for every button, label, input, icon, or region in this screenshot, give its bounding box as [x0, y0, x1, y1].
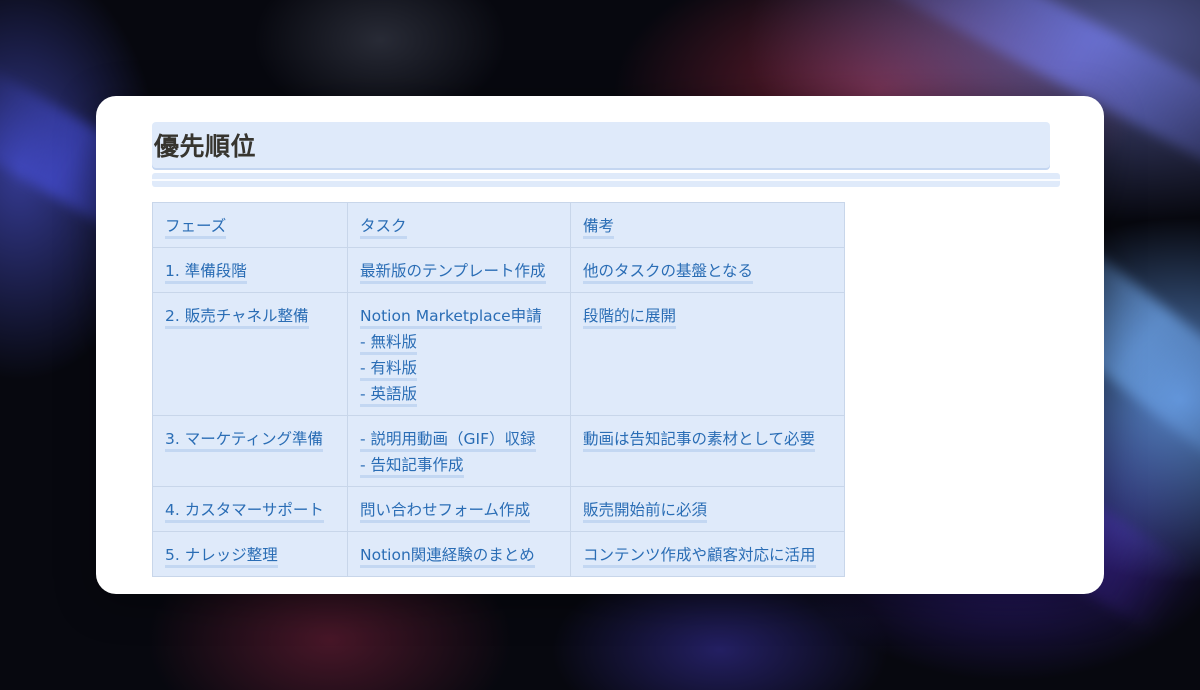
- cell-text: - 有料版: [360, 355, 417, 381]
- cell-text: Notion関連経験のまとめ: [360, 542, 535, 568]
- cell-text: 2. 販売チャネル整備: [165, 303, 309, 329]
- table-cell-note[interactable]: コンテンツ作成や顧客対応に活用: [570, 531, 845, 577]
- table-cell-note[interactable]: 段階的に展開: [570, 292, 845, 416]
- table-cell-task[interactable]: Notion Marketplace申請 - 無料版 - 有料版 - 英語版: [347, 292, 571, 416]
- cell-text: - 説明用動画（GIF）収録: [360, 426, 536, 452]
- table-row: 4. カスタマーサポート 問い合わせフォーム作成 販売開始前に必須: [152, 486, 845, 532]
- cell-text: 4. カスタマーサポート: [165, 497, 324, 523]
- table-row: 2. 販売チャネル整備 Notion Marketplace申請 - 無料版 - 有料…: [152, 292, 845, 416]
- cell-text: - 告知記事作成: [360, 452, 464, 478]
- priority-table: フェーズ タスク 備考 1. 準備段階 最新版のテンプレート作成 他のタスクの基盤と…: [152, 202, 845, 577]
- table-row: 1. 準備段階 最新版のテンプレート作成 他のタスクの基盤となる: [152, 247, 845, 293]
- table-cell-phase[interactable]: 1. 準備段階: [152, 247, 348, 293]
- heading-block[interactable]: 優先順位: [152, 122, 1050, 168]
- cell-text: 問い合わせフォーム作成: [360, 497, 530, 523]
- cell-text: コンテンツ作成や顧客対応に活用: [583, 542, 816, 568]
- table-cell-note[interactable]: 他のタスクの基盤となる: [570, 247, 845, 293]
- header-label: 備考: [583, 213, 614, 239]
- divider-rule: [152, 179, 1060, 181]
- table-row: 3. マーケティング準備 - 説明用動画（GIF）収録 - 告知記事作成 動画は告知記…: [152, 415, 845, 487]
- table-cell-note[interactable]: 動画は告知記事の素材として必要: [570, 415, 845, 487]
- cell-text: 3. マーケティング準備: [165, 426, 323, 452]
- table-cell-task[interactable]: Notion関連経験のまとめ: [347, 531, 571, 577]
- header-label: フェーズ: [165, 213, 226, 239]
- cell-text: 動画は告知記事の素材として必要: [583, 426, 815, 452]
- table-cell-phase[interactable]: 4. カスタマーサポート: [152, 486, 348, 532]
- table-cell-phase[interactable]: 2. 販売チャネル整備: [152, 292, 348, 416]
- table-cell-phase[interactable]: 5. ナレッジ整理: [152, 531, 348, 577]
- table-cell-task[interactable]: 問い合わせフォーム作成: [347, 486, 571, 532]
- cell-text: 段階的に展開: [583, 303, 676, 329]
- table-cell-task[interactable]: 最新版のテンプレート作成: [347, 247, 571, 293]
- table-row: 5. ナレッジ整理 Notion関連経験のまとめ コンテンツ作成や顧客対応に活用: [152, 531, 845, 577]
- cell-text: - 無料版: [360, 329, 417, 355]
- table-cell-phase[interactable]: 3. マーケティング準備: [152, 415, 348, 487]
- cell-text: 最新版のテンプレート作成: [360, 258, 546, 284]
- cell-text: 他のタスクの基盤となる: [583, 258, 753, 284]
- table-cell-task[interactable]: - 説明用動画（GIF）収録 - 告知記事作成: [347, 415, 571, 487]
- content-card: 優先順位 フェーズ タスク 備考 1. 準備段階 最新版のテンプレート作成 他のタス…: [96, 96, 1104, 594]
- cell-text: 5. ナレッジ整理: [165, 542, 278, 568]
- header-label: タスク: [360, 213, 407, 239]
- divider-block[interactable]: [152, 173, 1060, 187]
- cell-text: - 英語版: [360, 381, 417, 407]
- header-cell-note[interactable]: 備考: [570, 202, 845, 248]
- table-cell-note[interactable]: 販売開始前に必須: [570, 486, 845, 532]
- page-title: 優先順位: [154, 132, 257, 161]
- cell-text: 販売開始前に必須: [583, 497, 707, 523]
- cell-text: 1. 準備段階: [165, 258, 247, 284]
- header-cell-task[interactable]: タスク: [347, 202, 571, 248]
- cell-text: Notion Marketplace申請: [360, 303, 542, 329]
- header-cell-phase[interactable]: フェーズ: [152, 202, 348, 248]
- table-header-row: フェーズ タスク 備考: [152, 202, 845, 248]
